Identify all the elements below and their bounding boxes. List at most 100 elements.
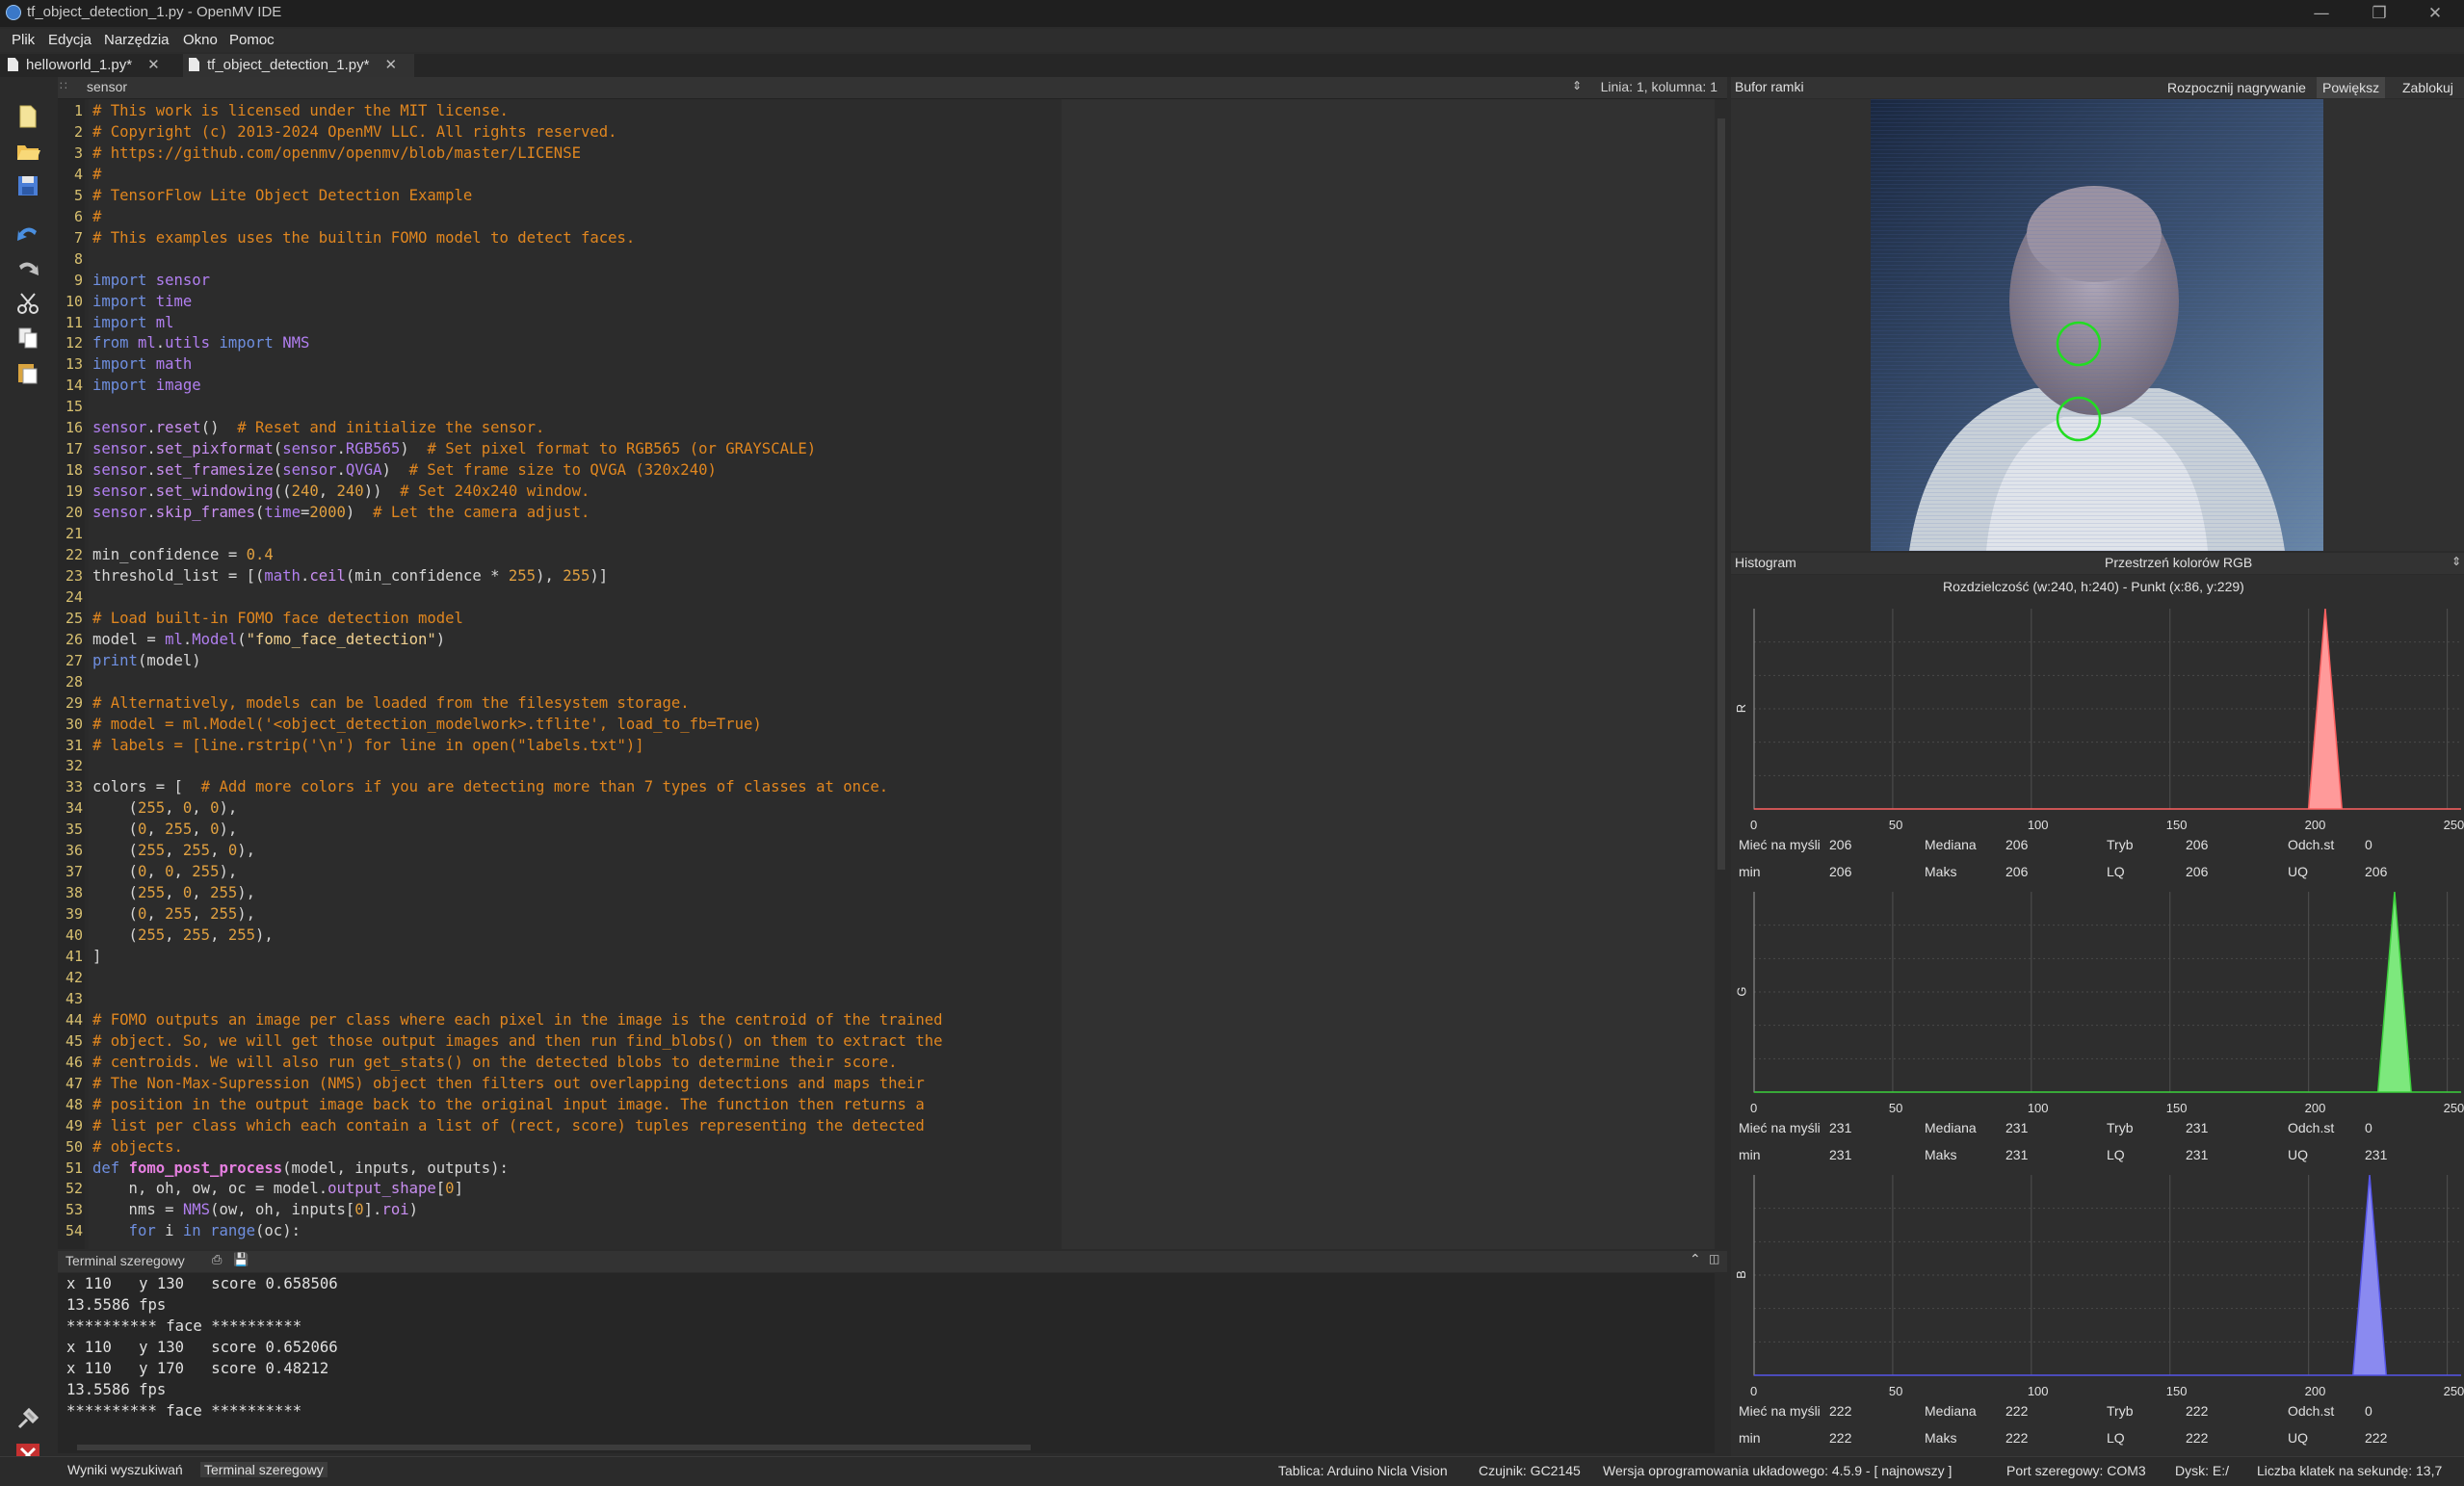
editor-header: ∷ sensor ⇕ Linia: 1, kolumna: 1	[58, 77, 1727, 99]
line-number: 41	[65, 948, 83, 965]
terminal-line: x 110 y 130 score 0.652066	[66, 1339, 338, 1356]
tab-tf-object-detection[interactable]: tf_object_detection_1.py* ✕	[183, 54, 414, 77]
line-number: 42	[65, 968, 83, 986]
code-line: import image	[92, 377, 201, 395]
stat-value: 0	[2365, 1403, 2372, 1419]
openmv-logo-icon	[6, 5, 21, 20]
cut-icon[interactable]	[15, 291, 40, 316]
framebuffer-header: Bufor ramki Rozpocznij nagrywanie Powięk…	[1731, 77, 2464, 98]
code-line: # Copyright (c) 2013-2024 OpenMV LLC. Al…	[92, 122, 617, 141]
close-tab-icon[interactable]: ✕	[147, 57, 160, 73]
stat-label: Maks	[1925, 864, 1957, 879]
terminal-title: Terminal szeregowy	[66, 1253, 185, 1268]
axis-tick-label: 50	[1888, 1384, 1903, 1398]
print-icon[interactable]: ⎙	[212, 1253, 222, 1267]
symbol-selector[interactable]: sensor	[87, 79, 127, 94]
minimize-icon[interactable]: —	[2293, 0, 2350, 27]
stat-label: Maks	[1925, 1147, 1957, 1162]
line-number: 17	[65, 440, 83, 458]
lock-button[interactable]: Zablokuj	[2397, 77, 2459, 98]
save-terminal-icon[interactable]: 💾	[233, 1253, 249, 1267]
file-tab-bar: helloworld_1.py* ✕ tf_object_detection_1.…	[0, 54, 2464, 77]
paste-icon[interactable]	[15, 360, 40, 385]
axis-tick-label: 200	[2304, 1384, 2326, 1398]
collapse-icon[interactable]: ⌃	[1690, 1252, 1701, 1267]
code-line: nms = NMS(ow, oh, inputs[0].roi)	[92, 1201, 419, 1219]
code-editor[interactable]: 1 # This work is licensed under the MIT l…	[58, 99, 1715, 1249]
search-results-tab[interactable]: Wyniki wyszukiwań	[67, 1462, 183, 1477]
code-line: (255, 0, 255),	[92, 884, 256, 902]
firmware-status[interactable]: Wersja oprogramowania układowego: 4.5.9 …	[1603, 1463, 1952, 1478]
restore-icon[interactable]: ❐	[2350, 0, 2408, 27]
zoom-button[interactable]: Powiększ	[2317, 77, 2386, 98]
maximize-panel-icon[interactable]: ◫	[1709, 1252, 1719, 1265]
code-line: # position in the output image back to t…	[92, 1095, 925, 1113]
line-number: 5	[73, 186, 83, 204]
serial-terminal[interactable]: x 110 y 130 score 0.658506 13.5586 fps *…	[58, 1273, 1715, 1442]
line-number: 48	[65, 1095, 83, 1113]
stat-value: 222	[2186, 1430, 2209, 1446]
line-number: 13	[65, 355, 83, 374]
tab-helloworld[interactable]: helloworld_1.py* ✕	[8, 54, 177, 77]
cursor-position: Linia: 1, kolumna: 1	[1600, 79, 1717, 94]
menu-window[interactable]: Okno	[183, 32, 218, 48]
drive-status: Dysk: E:/	[2175, 1463, 2230, 1478]
terminal-horizontal-scrollbar[interactable]	[58, 1442, 1715, 1453]
title-bar: tf_object_detection_1.py - OpenMV IDE — …	[0, 0, 2464, 27]
stat-value: 222	[2005, 1430, 2029, 1446]
serial-terminal-tab[interactable]: Terminal szeregowy	[200, 1462, 328, 1477]
left-toolbar	[0, 77, 58, 1485]
connect-icon[interactable]	[15, 1406, 40, 1431]
stat-value: 0	[2365, 1120, 2372, 1135]
axis-tick-label: 100	[2027, 1384, 2049, 1398]
stat-label: Mieć na myśli	[1739, 1403, 1821, 1419]
scrollbar-thumb[interactable]	[77, 1445, 1031, 1450]
stat-label: Mieć na myśli	[1739, 1120, 1821, 1135]
code-line: sensor.set_pixformat(sensor.RGB565) # Se…	[92, 440, 817, 458]
window-title: tf_object_detection_1.py - OpenMV IDE	[27, 4, 282, 20]
undo-icon[interactable]	[15, 222, 40, 247]
axis-tick-label: 150	[2165, 818, 2188, 832]
record-button[interactable]: Rozpocznij nagrywanie	[2162, 77, 2312, 98]
stat-label: Mieć na myśli	[1739, 837, 1821, 852]
stat-label: Odch.st	[2288, 1403, 2335, 1419]
code-line: # This work is licensed under the MIT li…	[92, 102, 509, 119]
scrollbar-thumb[interactable]	[1717, 118, 1725, 870]
save-icon[interactable]	[15, 173, 40, 198]
line-number: 15	[65, 398, 83, 416]
grip-icon: ∷	[60, 79, 67, 92]
line-number: 31	[65, 736, 83, 754]
code-line: import ml	[92, 313, 174, 331]
code-line: #	[92, 207, 102, 225]
editor-vertical-scrollbar[interactable]	[1716, 99, 1727, 1249]
histogram-stats: R 0 50 100 150 200 250 Mieć na myśli 206 Mediana 2…	[1731, 575, 2464, 1456]
new-file-icon[interactable]	[15, 104, 40, 129]
copy-icon[interactable]	[15, 326, 40, 351]
line-number: 49	[65, 1116, 83, 1134]
stat-value: 206	[2005, 864, 2029, 879]
channel-axis-label: G	[1734, 986, 1749, 997]
colorspace-selector[interactable]: Przestrzeń kolorów RGB	[2105, 555, 2252, 570]
port-status: Port szeregowy: COM3	[2006, 1463, 2146, 1478]
open-folder-icon[interactable]	[15, 139, 40, 164]
line-number: 6	[73, 207, 83, 225]
stat-label: LQ	[2107, 1147, 2125, 1162]
axis-tick-label: 150	[2165, 1384, 2188, 1398]
stat-value: 222	[2365, 1430, 2388, 1446]
menu-tools[interactable]: Narzędzia	[104, 32, 170, 48]
menu-file[interactable]: Plik	[12, 32, 35, 48]
axis-tick-label: 50	[1888, 818, 1903, 832]
close-window-icon[interactable]: ✕	[2406, 0, 2464, 27]
menu-edit[interactable]: Edycja	[48, 32, 92, 48]
line-number: 45	[65, 1031, 83, 1050]
stat-label: Tryb	[2107, 1403, 2134, 1419]
menu-help[interactable]: Pomoc	[229, 32, 275, 48]
code-line: sensor.set_windowing((240, 240)) # Set 2…	[92, 482, 590, 501]
code-line: sensor.reset() # Reset and initialize th…	[92, 419, 545, 437]
code-line: # labels = [line.rstrip('\n') for line i…	[92, 736, 644, 754]
selector-arrows-icon[interactable]: ⇕	[2451, 555, 2461, 568]
line-number: 25	[65, 609, 83, 627]
close-tab-icon[interactable]: ✕	[384, 57, 397, 73]
selector-arrows-icon[interactable]: ⇕	[1572, 79, 1582, 92]
redo-icon[interactable]	[15, 256, 40, 281]
